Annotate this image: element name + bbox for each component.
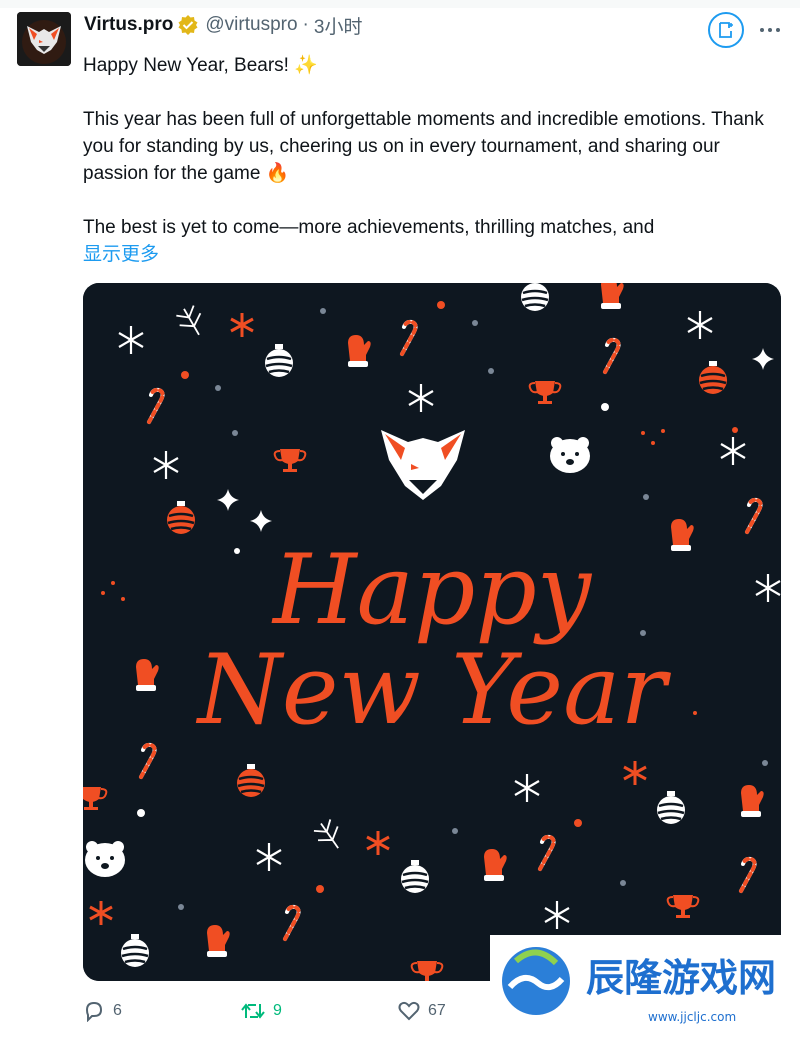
tweet-line-1: Happy New Year, Bears! ✨ [83,55,318,76]
vp-bear-logo-icon [17,12,71,66]
retweet-icon [241,1003,265,1019]
reply-count: 6 [113,1002,122,1019]
tweet-paragraph-2: This year has been full of unforgettable… [83,109,764,184]
site-watermark: 辰隆游戏网 www.jjcljc.com [490,935,800,1033]
tweet-time[interactable]: 3小时 [314,12,363,39]
grok-button[interactable] [708,12,744,48]
tweet-text: Happy New Year, Bears! ✨ This year has b… [83,52,783,268]
tweet-paragraph-3: The best is yet to come—more achievement… [83,217,655,238]
top-strip [0,0,800,8]
watermark-logo-icon: 辰隆游戏网 www.jjcljc.com [502,947,776,1024]
watermark-url: www.jjcljc.com [648,1010,736,1024]
heart-icon [398,1001,420,1021]
author-handle[interactable]: @virtuspro [205,14,297,36]
watermark-brand: 辰隆游戏网 [586,956,776,1000]
verified-badge-icon [178,15,198,35]
more-dots-icon [760,28,780,32]
show-more-link[interactable]: 显示更多 [83,241,783,268]
reply-icon [85,1001,103,1022]
like-count: 67 [428,1002,446,1019]
like-button[interactable]: 67 [398,996,446,1026]
tweet-media-image[interactable]: Happy New Year [83,283,781,981]
author-name[interactable]: Virtus.pro [84,14,173,36]
grok-icon [719,22,733,38]
author-avatar[interactable] [17,12,71,66]
new-year-greeting-card: Happy New Year [83,283,781,981]
retweet-button[interactable]: 9 [241,996,282,1026]
more-options-button[interactable] [756,16,784,44]
greeting-happy: Happy [271,534,593,646]
tweet-header: Virtus.pro @virtuspro · 3小时 [84,12,362,38]
separator-dot: · [302,14,309,35]
retweet-count: 9 [273,1002,282,1019]
reply-button[interactable]: 6 [83,996,122,1026]
greeting-new-year: New Year [196,634,672,746]
